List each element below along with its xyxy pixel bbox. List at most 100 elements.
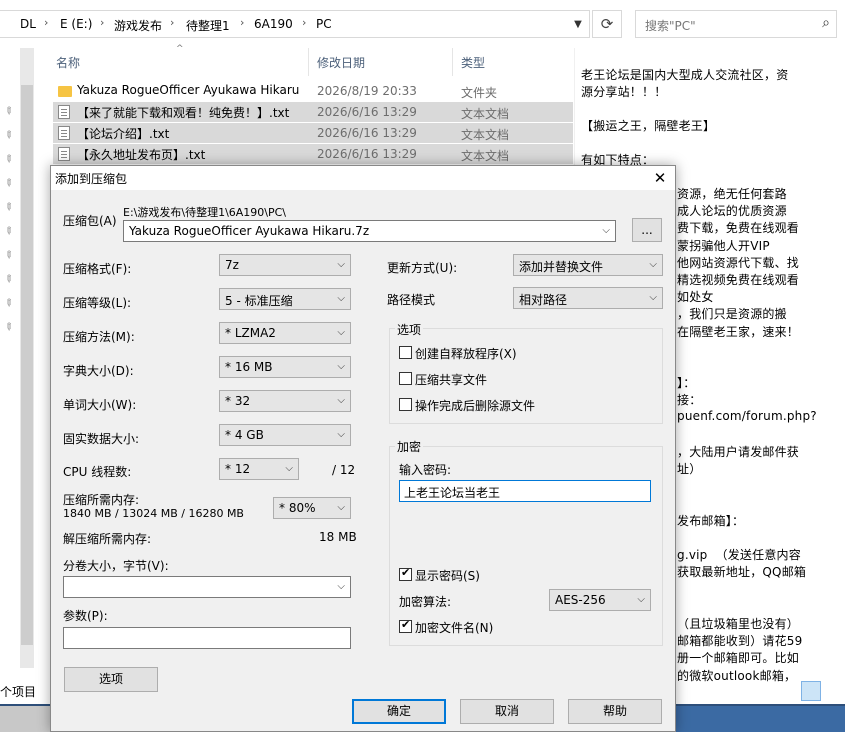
encryption-method-value: AES-256 <box>555 593 606 607</box>
cancel-button[interactable]: 取消 <box>460 699 554 724</box>
solid-select[interactable]: * 4 GB ⌵ <box>219 424 351 446</box>
file-row[interactable]: 【论坛介绍】.txt 2026/6/16 13:29 文本文档 <box>53 123 573 143</box>
breadcrumb-folder-1[interactable]: 游戏发布 <box>114 17 162 34</box>
preview-line: 成人论坛的优质资源 <box>677 204 787 219</box>
format-label: 压缩格式(F): <box>63 262 132 276</box>
search-icon[interactable]: ⌕ <box>822 15 830 31</box>
volume-combo[interactable]: ⌵ <box>63 576 351 598</box>
chevron-down-icon[interactable]: ▼ <box>566 10 590 38</box>
path-mode-value: 相对路径 <box>519 293 568 307</box>
path-mode-select[interactable]: 相对路径 ⌵ <box>513 287 663 309</box>
solid-value: * 4 GB <box>225 428 264 442</box>
refresh-icon[interactable]: ⟳ <box>592 10 622 38</box>
encrypt-names-label[interactable]: 加密文件名(N) <box>415 619 493 636</box>
cpu-select[interactable]: * 12 ⌵ <box>219 458 299 480</box>
navigation-pane: ✎ ✎ ✎ ✎ ✎ ✎ ✎ ✎ ✎ ✎ <box>0 48 20 668</box>
breadcrumb-folder-2[interactable]: 待整理1 <box>186 17 230 34</box>
browse-button[interactable]: ... <box>632 218 662 242</box>
column-name[interactable]: 名称 <box>56 54 80 71</box>
taskbar-app-thumbnail[interactable] <box>676 706 845 732</box>
large-icons-view-icon[interactable] <box>825 681 845 701</box>
sfx-label[interactable]: 创建自释放程序(X) <box>415 345 517 362</box>
encryption-method-select[interactable]: AES-256 ⌵ <box>549 589 651 611</box>
breadcrumb-dl[interactable]: DL <box>20 17 36 31</box>
password-input[interactable]: 上老王论坛当老王 <box>399 480 651 502</box>
breadcrumb-folder-3[interactable]: 6A190 <box>254 17 293 31</box>
method-select[interactable]: * LZMA2 ⌵ <box>219 322 351 344</box>
file-name: 【永久地址发布页】.txt <box>77 148 206 162</box>
column-header: 名称 修改日期 类型 <box>34 48 574 76</box>
preview-line: 【搬运之王，隔壁老王】 <box>581 119 716 133</box>
options-button[interactable]: 选项 <box>64 667 158 692</box>
preview-line: （且垃圾箱里也没有） <box>677 617 800 631</box>
password-label: 输入密码: <box>399 463 452 477</box>
solid-label: 固实数据大小: <box>63 432 140 446</box>
format-select[interactable]: 7z ⌵ <box>219 254 351 276</box>
sfx-checkbox[interactable] <box>399 346 412 359</box>
ok-button[interactable]: 确定 <box>352 699 446 724</box>
chevron-down-icon: ⌵ <box>637 594 645 605</box>
delete-source-checkbox[interactable] <box>399 398 412 411</box>
word-select[interactable]: * 32 ⌵ <box>219 390 351 412</box>
file-date: 2026/6/16 13:29 <box>317 126 417 140</box>
params-input[interactable] <box>63 627 351 649</box>
memory-percent-value: * 80% <box>279 501 316 515</box>
cpu-total: / 12 <box>332 463 356 477</box>
nav-scrollbar-thumb[interactable] <box>21 85 33 645</box>
taskbar-app-thumbnail[interactable] <box>0 706 52 732</box>
preview-line: 接： <box>677 393 702 408</box>
preview-line: 发布邮箱】： <box>677 513 745 528</box>
chevron-down-icon[interactable]: ⌵ <box>602 225 610 236</box>
level-select[interactable]: 5 - 标准压缩 ⌵ <box>219 288 351 310</box>
breadcrumb-folder-4[interactable]: PC <box>316 17 332 31</box>
column-divider[interactable] <box>308 48 309 76</box>
column-type[interactable]: 类型 <box>461 54 485 71</box>
shared-label[interactable]: 压缩共享文件 <box>415 371 487 388</box>
preview-line: 蒙拐骗他人开VIP <box>677 238 770 253</box>
dialog-title: 添加到压缩包 <box>55 172 128 186</box>
file-type: 文件夹 <box>461 86 498 100</box>
breadcrumb-drive[interactable]: E (E:) <box>60 17 92 31</box>
help-button[interactable]: 帮助 <box>568 699 662 724</box>
column-divider[interactable] <box>452 48 453 76</box>
preview-line: ，大陆用户请发邮件获 <box>677 445 800 459</box>
file-row[interactable]: 【永久地址发布页】.txt 2026/6/16 13:29 文本文档 <box>53 144 573 164</box>
add-to-archive-dialog: 添加到压缩包 ✕ 压缩包(A) E:\游戏发布\待整理1\6A190\PC\ Y… <box>50 165 676 732</box>
preview-line: 邮箱都能收到）请花59 <box>677 634 803 649</box>
pin-icon: ✎ <box>1 152 16 167</box>
search-input[interactable]: 搜索"PC" ⌕ <box>635 10 837 38</box>
options-group-title: 选项 <box>395 321 424 338</box>
status-item-count: 个项目 <box>0 685 37 699</box>
update-select[interactable]: 添加并替换文件 ⌵ <box>513 254 663 276</box>
format-value: 7z <box>225 258 239 272</box>
file-name: Yakuza RogueOfficer Ayukawa Hikaru <box>77 83 300 97</box>
encryption-method-label: 加密算法: <box>399 595 452 609</box>
file-type: 文本文档 <box>461 128 510 142</box>
memory-percent-select[interactable]: * 80% ⌵ <box>273 497 351 519</box>
chevron-down-icon: ⌵ <box>285 463 293 474</box>
close-icon[interactable]: ✕ <box>649 168 671 188</box>
dialog-titlebar[interactable]: 添加到压缩包 ✕ <box>51 166 675 190</box>
address-bar[interactable]: DL › E (E:) › 游戏发布 › 待整理1 › 6A190 › PC <box>0 10 590 38</box>
preview-line: 获取最新地址，QQ邮箱 <box>677 565 807 580</box>
delete-source-label[interactable]: 操作完成后删除源文件 <box>415 397 535 414</box>
decompress-memory-label: 解压缩所需内存: <box>63 532 152 546</box>
column-date[interactable]: 修改日期 <box>317 54 365 71</box>
show-password-checkbox[interactable] <box>399 566 412 581</box>
dict-select[interactable]: * 16 MB ⌵ <box>219 356 351 378</box>
preview-line: 老王论坛是国内大型成人交流社区，资 <box>581 68 789 82</box>
method-value: * LZMA2 <box>225 326 276 340</box>
chevron-down-icon: ⌵ <box>337 502 345 513</box>
level-value: 5 - 标准压缩 <box>225 294 293 308</box>
shared-checkbox[interactable] <box>399 372 412 385</box>
preview-line: ，我们只是资源的搬 <box>677 307 787 322</box>
details-view-icon[interactable] <box>801 681 821 701</box>
encrypt-names-checkbox[interactable] <box>399 618 412 633</box>
dict-label: 字典大小(D): <box>63 364 134 378</box>
file-row[interactable]: Yakuza RogueOfficer Ayukawa Hikaru 2026/… <box>53 81 573 101</box>
file-date: 2026/6/16 13:29 <box>317 147 417 161</box>
file-row[interactable]: 【来了就能下载和观看！纯免费！】.txt 2026/6/16 13:29 文本文… <box>53 102 573 122</box>
text-file-icon <box>58 105 70 119</box>
archive-name-combo[interactable]: Yakuza RogueOfficer Ayukawa Hikaru.7z ⌵ <box>123 220 616 242</box>
show-password-label[interactable]: 显示密码(S) <box>415 567 480 584</box>
